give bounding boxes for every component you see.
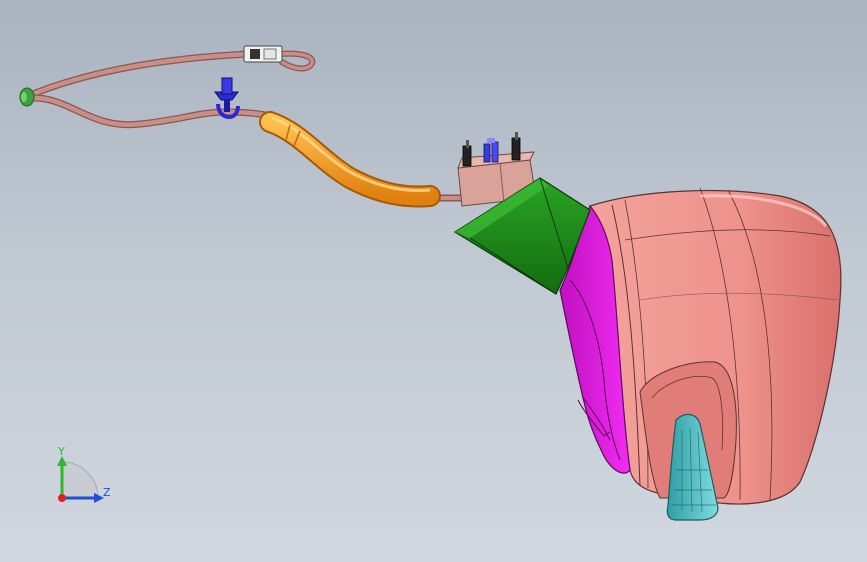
cable-end-cap[interactable] xyxy=(19,87,35,107)
white-connector[interactable] xyxy=(243,45,283,63)
orange-hose[interactable] xyxy=(259,111,441,208)
y-axis-label: Y xyxy=(57,445,65,458)
z-axis-label: Z xyxy=(103,486,111,499)
triad-plane-indicator xyxy=(61,461,99,499)
cad-viewport[interactable]: Y Z xyxy=(0,0,867,562)
coordinate-triad: Y Z xyxy=(57,445,111,503)
model-graphics[interactable]: Y Z xyxy=(0,0,867,562)
cable-harness[interactable] xyxy=(24,50,468,202)
x-axis-dot xyxy=(58,494,66,502)
